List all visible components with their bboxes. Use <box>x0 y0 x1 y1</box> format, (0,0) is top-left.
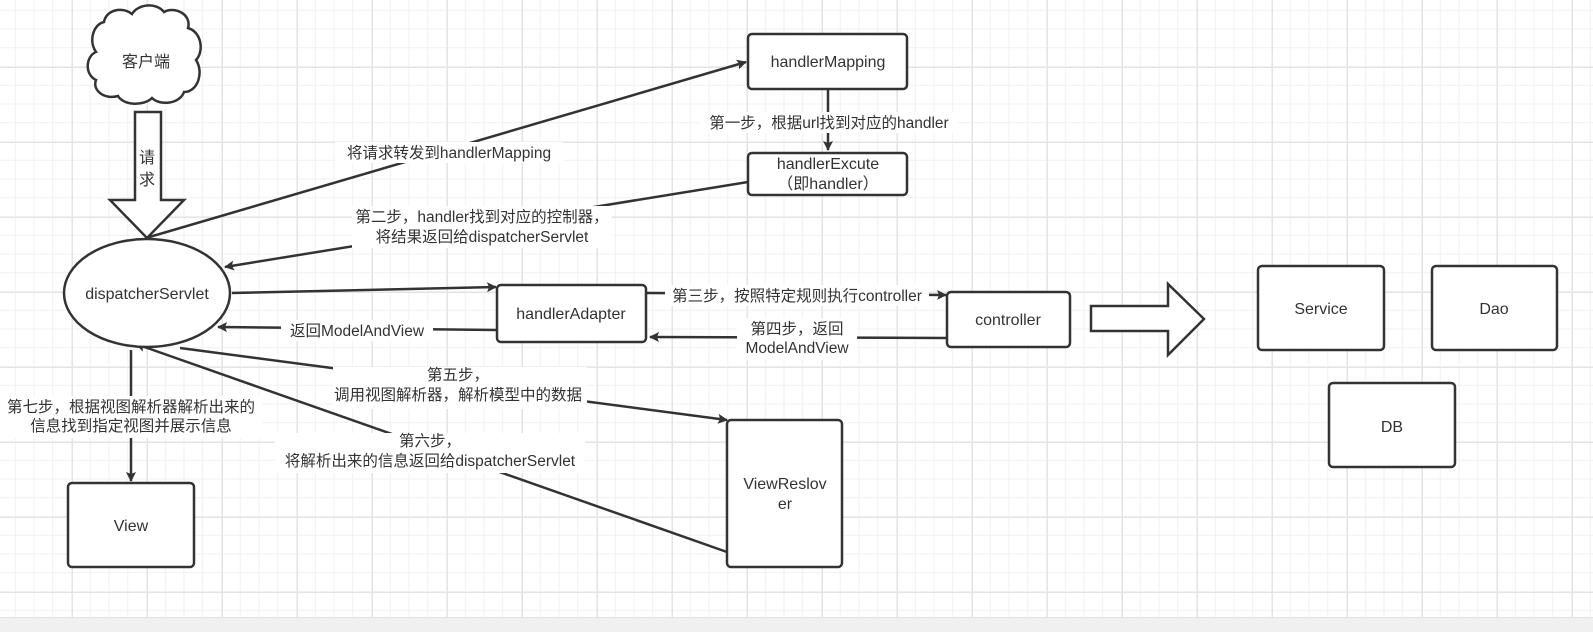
svg-text:将结果返回给dispatcherServlet: 将结果返回给dispatcherServlet <box>376 228 589 246</box>
flow-diagram: 客户端 请 求 dispatcherServlet handlerMapping… <box>0 4 1559 569</box>
label-return-modelandview: 返回ModelAndView <box>281 320 433 341</box>
svg-text:第六步，: 第六步， <box>399 432 461 450</box>
service-node[interactable]: Service <box>1256 264 1386 352</box>
svg-text:第三步，按照特定规则执行controller: 第三步，按照特定规则执行controller <box>672 287 922 305</box>
handler-adapter-node[interactable]: handlerAdapter <box>495 283 648 344</box>
svg-text:第四步，返回: 第四步，返回 <box>750 320 843 338</box>
handler-excute-node[interactable]: handlerExcute （即handler） <box>746 151 909 197</box>
handler-mapping-node[interactable]: handlerMapping <box>746 32 909 91</box>
handler-excute-label-1: handlerExcute <box>777 156 879 173</box>
right-arrow-icon <box>1089 281 1206 359</box>
label-forward: 将请求转发到handlerMapping <box>335 142 563 163</box>
client-label: 客户端 <box>122 53 170 71</box>
label-step3: 第三步，按照特定规则执行controller <box>665 285 929 306</box>
dispatcher-servlet-node[interactable]: dispatcherServlet <box>62 237 232 349</box>
svg-text:将请求转发到handlerMapping: 将请求转发到handlerMapping <box>347 144 551 162</box>
view-node[interactable]: View <box>66 481 196 569</box>
handler-mapping-label: handlerMapping <box>771 54 886 71</box>
service-label: Service <box>1294 301 1347 318</box>
request-arrow: 请 求 <box>107 110 187 240</box>
dispatcher-servlet-label: dispatcherServlet <box>85 286 209 303</box>
dao-label: Dao <box>1479 301 1508 318</box>
label-step5: 第五步， 调用视图解析器，解析模型中的数据 <box>333 366 587 409</box>
view-label: View <box>114 518 149 535</box>
label-step2: 第二步，handler找到对应的控制器， 将结果返回给dispatcherSer… <box>352 206 612 248</box>
db-label: DB <box>1381 419 1403 436</box>
request-label-1: 请 <box>139 149 155 167</box>
label-step7: 第七步，根据视图解析器解析出来的 信息找到指定视图并展示信息 <box>0 396 262 438</box>
svg-text:ModelAndView: ModelAndView <box>745 340 849 357</box>
svg-text:调用视图解析器，解析模型中的数据: 调用视图解析器，解析模型中的数据 <box>334 386 582 404</box>
svg-text:将解析出来的信息返回给dispatcherServlet: 将解析出来的信息返回给dispatcherServlet <box>285 452 576 470</box>
view-reslover-node[interactable]: ViewReslov er <box>725 418 844 569</box>
dao-node[interactable]: Dao <box>1430 264 1559 352</box>
svg-text:第七步，根据视图解析器解析出来的: 第七步，根据视图解析器解析出来的 <box>7 398 255 416</box>
svg-text:第二步，handler找到对应的控制器，: 第二步，handler找到对应的控制器， <box>355 207 608 226</box>
edge-dispatcher-to-adapter <box>231 282 497 295</box>
view-reslover-label-1: ViewReslov <box>743 476 826 493</box>
svg-text:信息找到指定视图并展示信息: 信息找到指定视图并展示信息 <box>30 417 232 435</box>
request-label-2: 求 <box>139 171 155 189</box>
controller-node[interactable]: controller <box>945 290 1072 349</box>
svg-text:第五步，: 第五步， <box>427 366 489 384</box>
view-reslover-label-2: er <box>778 496 793 513</box>
label-step1: 第一步，根据url找到对应的handler <box>700 112 958 133</box>
svg-text:第一步，根据url找到对应的handler: 第一步，根据url找到对应的handler <box>709 113 948 132</box>
client-node[interactable]: 客户端 <box>86 4 202 105</box>
svg-text:返回ModelAndView: 返回ModelAndView <box>290 322 425 340</box>
label-step6: 第六步， 将解析出来的信息返回给dispatcherServlet <box>275 432 585 473</box>
db-node[interactable]: DB <box>1327 381 1457 469</box>
controller-label: controller <box>975 312 1041 329</box>
label-step4: 第四步，返回 ModelAndView <box>737 318 857 360</box>
handler-excute-label-2: （即handler） <box>777 175 878 193</box>
handler-adapter-label: handlerAdapter <box>516 306 626 323</box>
